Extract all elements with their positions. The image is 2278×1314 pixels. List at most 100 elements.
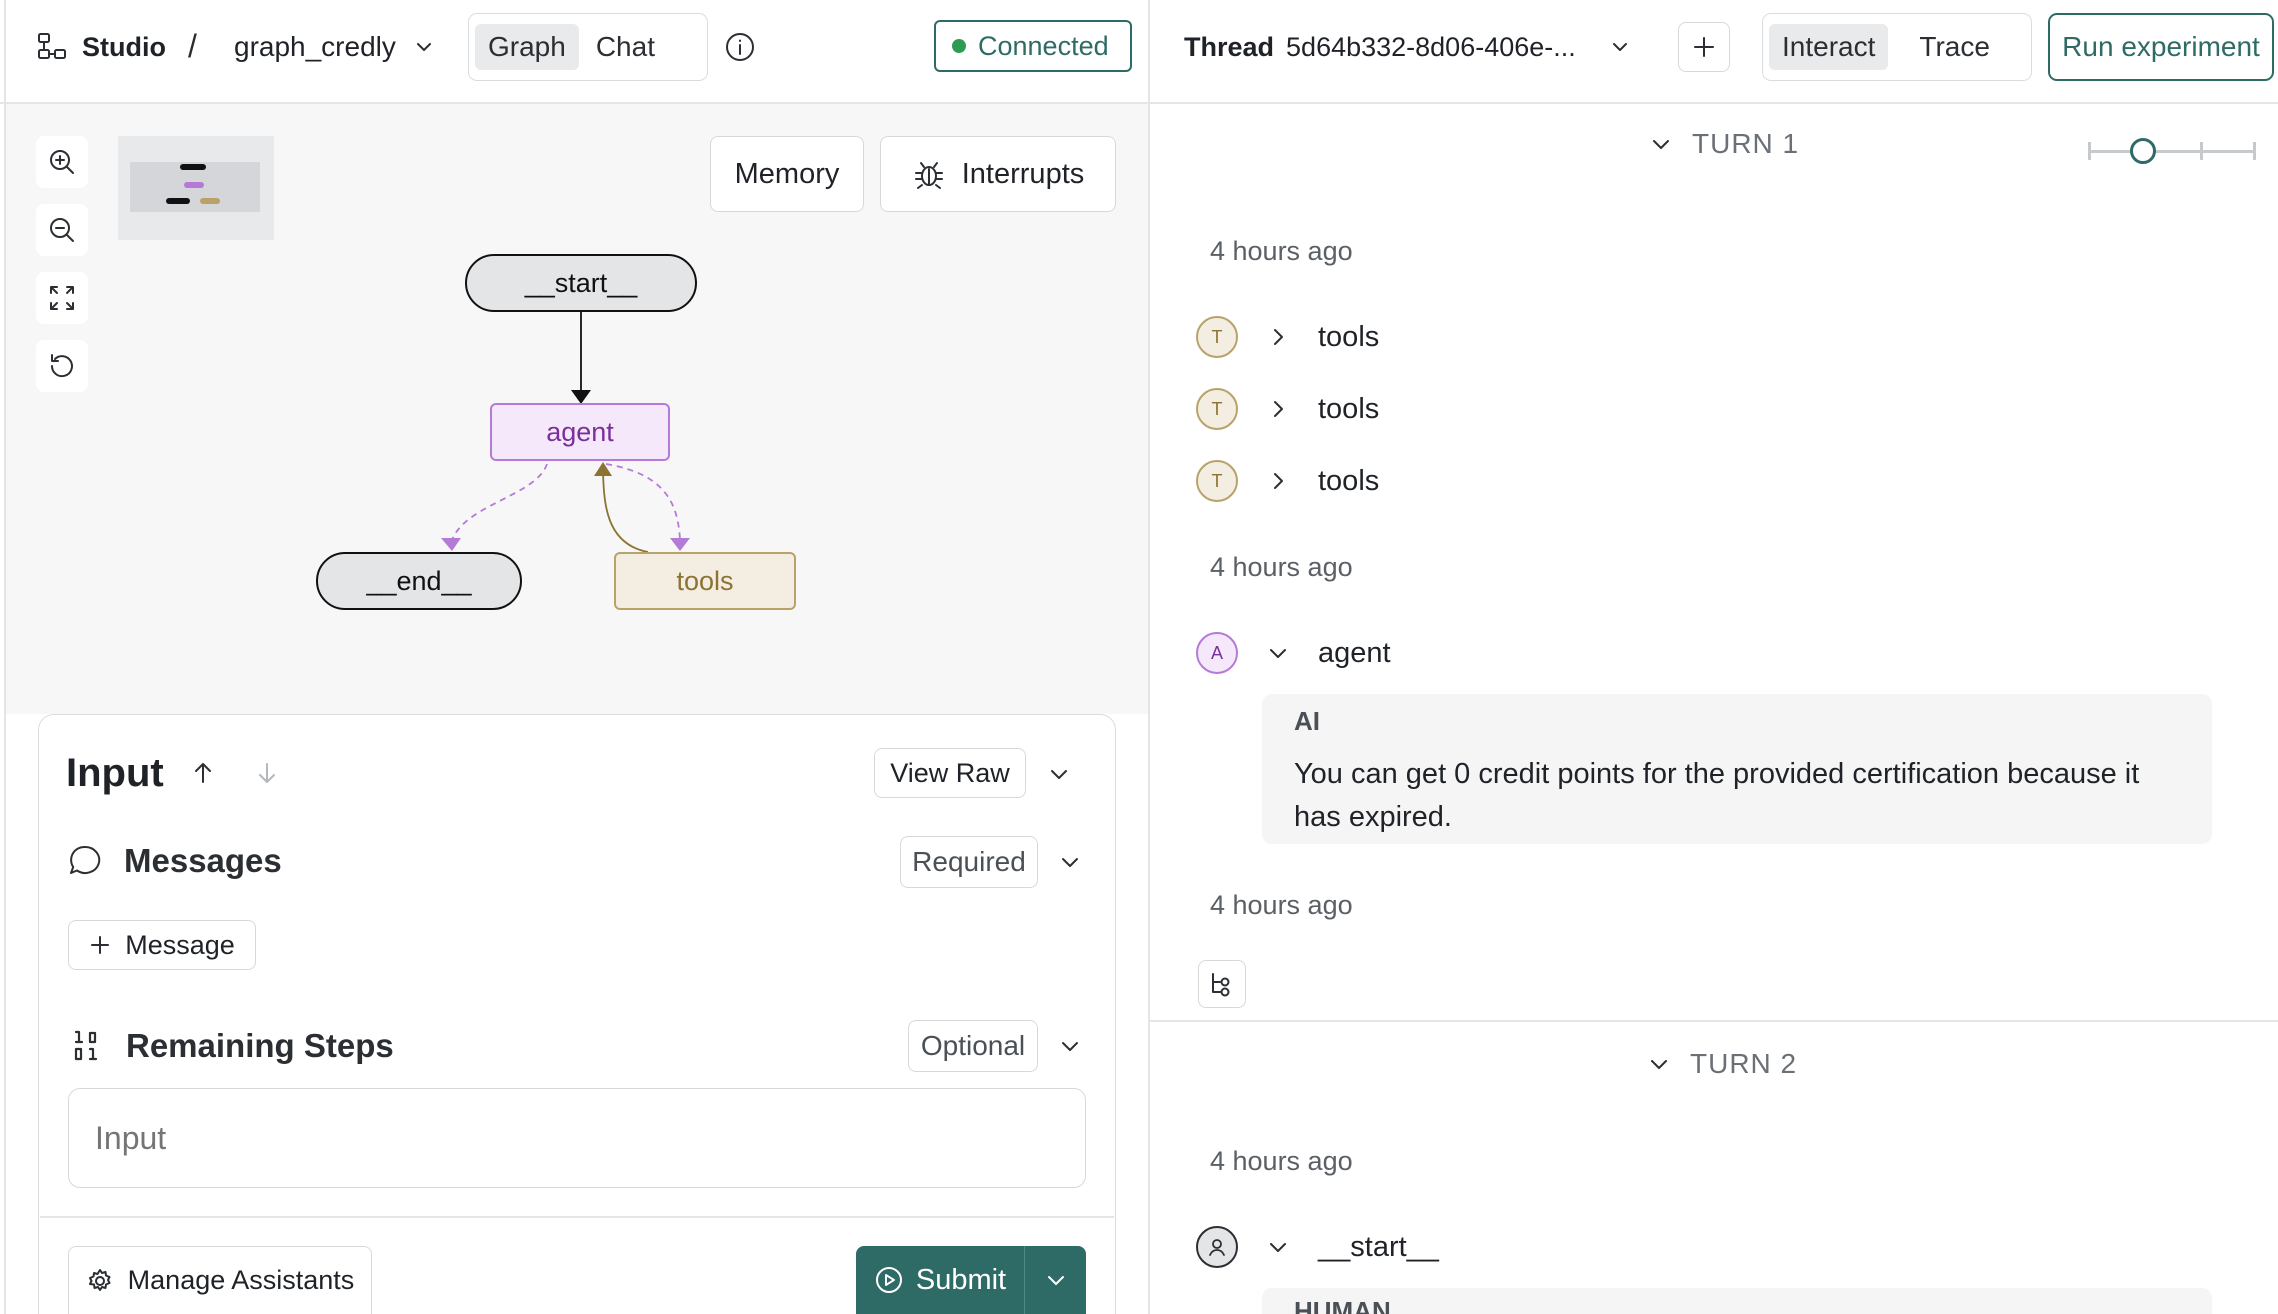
fork-button[interactable] bbox=[1198, 960, 1246, 1008]
gear-icon bbox=[86, 1267, 114, 1295]
studio-label: Studio bbox=[82, 31, 166, 62]
breadcrumb-separator: / bbox=[188, 28, 197, 64]
ai-message-card: AI You can get 0 credit points for the p… bbox=[1262, 694, 2212, 844]
thread-id: 5d64b332-8d06-406e-... bbox=[1286, 31, 1576, 62]
add-message-label: Message bbox=[125, 929, 235, 960]
thread-selector[interactable]: Thread 5d64b332-8d06-406e-... bbox=[1184, 26, 1632, 68]
graph-name: graph_credly bbox=[234, 31, 396, 62]
node-end[interactable]: __end__ bbox=[316, 552, 522, 610]
plus-icon bbox=[1691, 34, 1717, 60]
submit-label: Submit bbox=[915, 1263, 1007, 1296]
remaining-steps-label: Remaining Steps bbox=[126, 1027, 394, 1064]
tab-chat[interactable]: Chat bbox=[583, 24, 668, 70]
slider-tick bbox=[2088, 142, 2091, 160]
edge-tools-agent bbox=[602, 471, 649, 553]
arrow-agent-end bbox=[441, 538, 461, 551]
chevron-right-icon bbox=[1266, 397, 1290, 421]
chat-bubble-icon bbox=[66, 842, 104, 880]
node-tools[interactable]: tools bbox=[614, 552, 796, 610]
step-name: tools bbox=[1318, 464, 1380, 497]
edge-agent-tools bbox=[605, 463, 681, 541]
chevron-down-icon bbox=[1266, 641, 1290, 665]
submit-button[interactable]: Submit bbox=[856, 1246, 1024, 1314]
messages-expand-icon[interactable] bbox=[1056, 848, 1084, 876]
slider-tick bbox=[2200, 142, 2203, 160]
slider-track bbox=[2088, 150, 2256, 153]
remaining-steps-header: Remaining Steps bbox=[70, 1020, 394, 1072]
arrow-up-icon[interactable] bbox=[190, 760, 216, 786]
turn2-header[interactable]: TURN 2 bbox=[1646, 1044, 1797, 1084]
step-row[interactable]: T tools bbox=[1196, 316, 1379, 358]
optional-badge: Optional bbox=[908, 1020, 1038, 1072]
remaining-steps-input[interactable] bbox=[68, 1088, 1086, 1188]
timestamp: 4 hours ago bbox=[1210, 236, 1353, 266]
required-label: Required bbox=[912, 846, 1026, 877]
message-role: AI bbox=[1294, 706, 1320, 736]
arrow-start-agent bbox=[571, 390, 591, 404]
new-thread-button[interactable] bbox=[1678, 22, 1730, 72]
panel-divider bbox=[1148, 0, 1150, 1314]
turn-divider bbox=[1150, 1020, 2278, 1022]
required-badge: Required bbox=[900, 836, 1038, 888]
studio-link[interactable]: Studio bbox=[36, 26, 166, 68]
chevron-right-icon bbox=[1266, 325, 1290, 349]
status-text: Connected bbox=[978, 30, 1109, 61]
message-role: HUMAN bbox=[1294, 1296, 1391, 1314]
run-experiment-label: Run experiment bbox=[2062, 31, 2260, 62]
chevron-down-icon bbox=[1608, 35, 1632, 59]
edge-agent-end bbox=[451, 463, 548, 541]
step-name: tools bbox=[1318, 320, 1380, 353]
turn-slider[interactable] bbox=[2088, 136, 2256, 166]
step-name: __start__ bbox=[1318, 1230, 1439, 1263]
info-icon[interactable] bbox=[724, 31, 756, 63]
view-raw-button[interactable]: View Raw bbox=[874, 748, 1026, 798]
tools-avatar: T bbox=[1196, 388, 1238, 430]
human-message-card: HUMAN bbox=[1262, 1288, 2212, 1314]
branch-icon bbox=[1208, 970, 1236, 998]
messages-field-header: Messages bbox=[66, 836, 282, 886]
submit-options-button[interactable] bbox=[1024, 1246, 1086, 1314]
studio-icon bbox=[36, 31, 68, 63]
tab-interact[interactable]: Interact bbox=[1769, 24, 1889, 70]
chevron-down-icon[interactable] bbox=[1046, 761, 1072, 787]
add-message-button[interactable]: Message bbox=[68, 920, 256, 970]
manage-assistants-label: Manage Assistants bbox=[127, 1265, 355, 1295]
chevron-right-icon bbox=[1266, 469, 1290, 493]
chevron-down-icon bbox=[1646, 1051, 1672, 1077]
run-experiment-button[interactable]: Run experiment bbox=[2048, 13, 2274, 81]
tab-graph[interactable]: Graph bbox=[475, 24, 579, 70]
graph-selector[interactable]: graph_credly bbox=[234, 26, 436, 68]
timestamp: 4 hours ago bbox=[1210, 1146, 1353, 1176]
arrow-agent-tools bbox=[670, 538, 690, 551]
arrow-down-icon[interactable] bbox=[254, 760, 280, 786]
remaining-steps-expand-icon[interactable] bbox=[1056, 1032, 1084, 1060]
tools-avatar: T bbox=[1196, 460, 1238, 502]
view-raw-label: View Raw bbox=[890, 757, 1010, 788]
turn1-label: TURN 1 bbox=[1692, 128, 1800, 159]
node-agent[interactable]: agent bbox=[490, 403, 670, 461]
thread-label: Thread bbox=[1184, 31, 1275, 62]
turn2-label: TURN 2 bbox=[1690, 1048, 1798, 1079]
chevron-down-icon bbox=[412, 35, 436, 59]
play-circle-icon bbox=[874, 1265, 904, 1295]
user-avatar-icon bbox=[1196, 1226, 1238, 1268]
input-footer-divider bbox=[40, 1216, 1114, 1218]
node-start[interactable]: __start__ bbox=[465, 254, 697, 312]
optional-label: Optional bbox=[920, 1030, 1026, 1061]
step-row-start[interactable]: __start__ bbox=[1196, 1226, 1439, 1268]
tab-trace[interactable]: Trace bbox=[1906, 24, 2003, 70]
messages-label: Messages bbox=[124, 842, 282, 879]
timestamp: 4 hours ago bbox=[1210, 890, 1353, 920]
chevron-down-icon bbox=[1266, 1235, 1290, 1259]
status-dot bbox=[952, 39, 966, 53]
turn1-header[interactable]: TURN 1 bbox=[1648, 124, 1799, 164]
chevron-down-icon bbox=[1043, 1267, 1069, 1293]
mode-switch: Interact Trace bbox=[1762, 13, 2032, 81]
step-row[interactable]: T tools bbox=[1196, 388, 1379, 430]
slider-tick bbox=[2253, 142, 2256, 160]
connection-status: Connected bbox=[934, 20, 1132, 72]
manage-assistants-button[interactable]: Manage Assistants bbox=[68, 1246, 372, 1314]
step-row-agent[interactable]: A agent bbox=[1196, 632, 1391, 674]
slider-thumb[interactable] bbox=[2130, 138, 2156, 164]
step-row[interactable]: T tools bbox=[1196, 460, 1379, 502]
